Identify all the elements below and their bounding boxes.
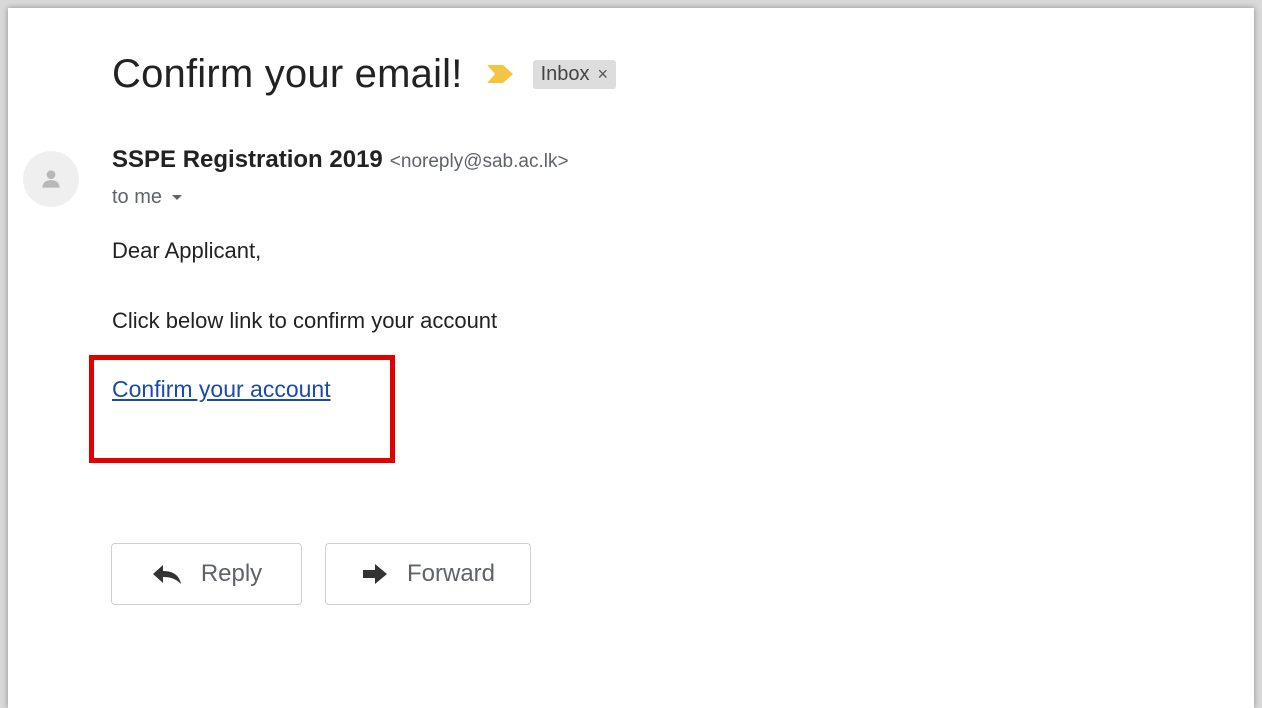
email-subject: Confirm your email! <box>112 51 463 96</box>
sender-line: SSPE Registration 2019 <noreply@sab.ac.l… <box>112 146 569 176</box>
reply-button[interactable]: Reply <box>111 543 302 605</box>
subject-row: Confirm your email! Inbox × <box>112 48 617 100</box>
email-instruction: Click below link to confirm your account <box>112 308 498 333</box>
forward-button[interactable]: Forward <box>325 543 531 605</box>
avatar <box>23 151 79 207</box>
person-icon <box>42 170 60 188</box>
highlight-annotation-box <box>89 355 395 463</box>
inbox-label-text: Inbox <box>540 62 590 85</box>
remove-label-icon[interactable]: × <box>598 64 609 85</box>
sender-name: SSPE Registration 2019 <box>112 146 383 173</box>
importance-marker-icon[interactable] <box>485 63 515 85</box>
reply-arrow-icon <box>152 565 181 584</box>
forward-arrow-icon <box>362 564 387 584</box>
recipient-line: to me <box>112 186 183 209</box>
email-greeting: Dear Applicant, <box>112 238 262 263</box>
forward-label: Forward <box>406 560 496 587</box>
inbox-label-chip: Inbox × <box>532 59 617 89</box>
email-view: Confirm your email! Inbox × SSPE Registr… <box>8 8 1254 708</box>
reply-label: Reply <box>200 560 263 587</box>
caret-down-icon[interactable] <box>172 195 183 200</box>
recipient-text: to me <box>112 186 163 208</box>
sender-email: <noreply@sab.ac.lk> <box>389 151 569 172</box>
